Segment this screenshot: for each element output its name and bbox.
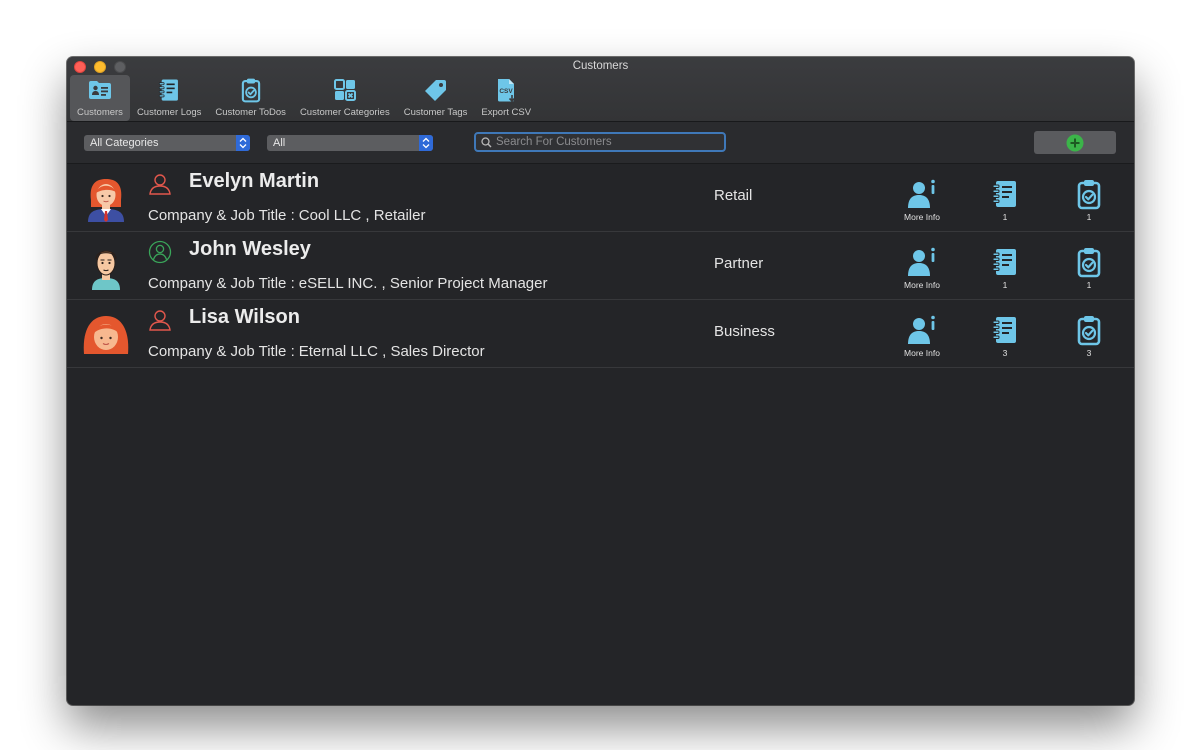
customer-name: Lisa Wilson (189, 306, 300, 328)
toolbar-customer-todos[interactable]: Customer ToDos (208, 75, 293, 121)
company-job-value: eSELL INC. , Senior Project Manager (298, 275, 548, 292)
customer-logs-button[interactable]: 1 (975, 178, 1035, 222)
company-job-value: Cool LLC , Retailer (298, 207, 426, 224)
toolbar-customer-categories[interactable]: Customer Categories (293, 75, 397, 121)
avatar (83, 316, 129, 354)
logs-count: 3 (1002, 348, 1008, 358)
company-job-value: Eternal LLC , Sales Director (298, 343, 485, 360)
more-info-label: More Info (904, 212, 940, 222)
company-job-label: Company & Job Title : (148, 343, 295, 360)
customer-list: Evelyn Martin Company & Job Title : Cool … (67, 164, 1134, 368)
avatar (92, 250, 120, 290)
toolbar-export-csv[interactable]: CSV Export CSV (474, 75, 538, 121)
categories-grid-icon (333, 79, 356, 101)
notebook-icon (989, 178, 1021, 210)
customer-category: Business (714, 323, 775, 340)
clipboard-check-icon (238, 77, 264, 103)
toolbar-customers[interactable]: Customers (70, 75, 130, 121)
toolbar-label: Export CSV (481, 107, 532, 118)
logs-count: 1 (1002, 212, 1008, 222)
company-job-label: Company & Job Title : (148, 275, 295, 292)
notebook-icon (989, 246, 1021, 278)
notebook-icon (156, 77, 182, 103)
customer-row[interactable]: Evelyn Martin Company & Job Title : Cool … (67, 164, 1134, 232)
window-title: Customers (572, 60, 629, 72)
more-info-button[interactable]: More Info (892, 178, 952, 222)
customer-name: Evelyn Martin (189, 170, 320, 192)
todos-count: 1 (1086, 280, 1092, 290)
toolbar: Customers Customer Logs Customer ToDos C… (70, 75, 538, 121)
category-filter-value: All Categories (90, 137, 159, 149)
more-info-button[interactable]: More Info (892, 246, 952, 290)
person-info-icon (906, 178, 938, 210)
more-info-label: More Info (904, 348, 940, 358)
customer-todos-button[interactable]: 1 (1059, 178, 1119, 222)
search-icon (481, 137, 492, 148)
csv-file-icon: CSV (498, 79, 516, 103)
tag-filter-value: All (273, 137, 286, 149)
todos-count: 1 (1086, 212, 1092, 222)
customer-row[interactable]: John Wesley Company & Job Title : eSELL I… (67, 232, 1134, 300)
clipboard-check-icon (1073, 314, 1105, 346)
add-customer-button[interactable] (1034, 131, 1116, 154)
customer-category: Partner (714, 255, 764, 272)
clipboard-check-icon (1073, 178, 1105, 210)
tags-icon (424, 80, 446, 101)
title-bar: Customers Customers Customer Logs Custom… (67, 57, 1134, 122)
customer-company-job: Company & Job Title : Cool LLC , Retailer (148, 207, 425, 224)
customer-company-job: Company & Job Title : Eternal LLC , Sales… (148, 343, 485, 360)
company-job-label: Company & Job Title : (148, 207, 295, 224)
customer-logs-button[interactable]: 1 (975, 246, 1035, 290)
customers-window: Customers Customers Customer Logs Custom… (67, 57, 1134, 705)
notebook-icon (989, 314, 1021, 346)
todos-count: 3 (1086, 348, 1092, 358)
person-outline-icon (149, 310, 171, 331)
search-field (474, 132, 726, 152)
customer-category: Retail (714, 187, 753, 204)
customer-logs-button[interactable]: 3 (975, 314, 1035, 358)
select-stepper-icon (419, 135, 433, 151)
category-filter-select[interactable]: All Categories (84, 135, 250, 151)
toolbar-customer-logs[interactable]: Customer Logs (130, 75, 208, 121)
avatar (88, 179, 124, 222)
customer-row[interactable]: Lisa Wilson Company & Job Title : Eternal… (67, 300, 1134, 368)
person-outline-icon (149, 174, 171, 195)
toolbar-label: Customer Logs (136, 107, 202, 118)
person-info-icon (906, 314, 938, 346)
logs-count: 1 (1002, 280, 1008, 290)
toolbar-label: Customer Categories (299, 107, 390, 118)
toolbar-label: Customer ToDos (215, 107, 286, 118)
more-info-button[interactable]: More Info (892, 314, 952, 358)
customer-todos-button[interactable]: 3 (1059, 314, 1119, 358)
clipboard-check-icon (1073, 246, 1105, 278)
customer-name: John Wesley (189, 238, 311, 260)
person-info-icon (906, 246, 938, 278)
plus-circle-icon (1066, 134, 1084, 151)
more-info-label: More Info (904, 280, 940, 290)
customer-card-icon (88, 81, 111, 99)
toolbar-label: Customer Tags (403, 107, 468, 118)
toolbar-label: Customers (77, 107, 123, 118)
customer-todos-button[interactable]: 1 (1059, 246, 1119, 290)
toolbar-customer-tags[interactable]: Customer Tags (397, 75, 475, 121)
person-circle-icon (148, 240, 172, 264)
tag-filter-select[interactable]: All (267, 135, 433, 151)
customer-company-job: Company & Job Title : eSELL INC. , Senior… (148, 275, 547, 292)
search-input[interactable] (496, 135, 716, 149)
svg-text:CSV: CSV (500, 88, 514, 95)
select-stepper-icon (236, 135, 250, 151)
